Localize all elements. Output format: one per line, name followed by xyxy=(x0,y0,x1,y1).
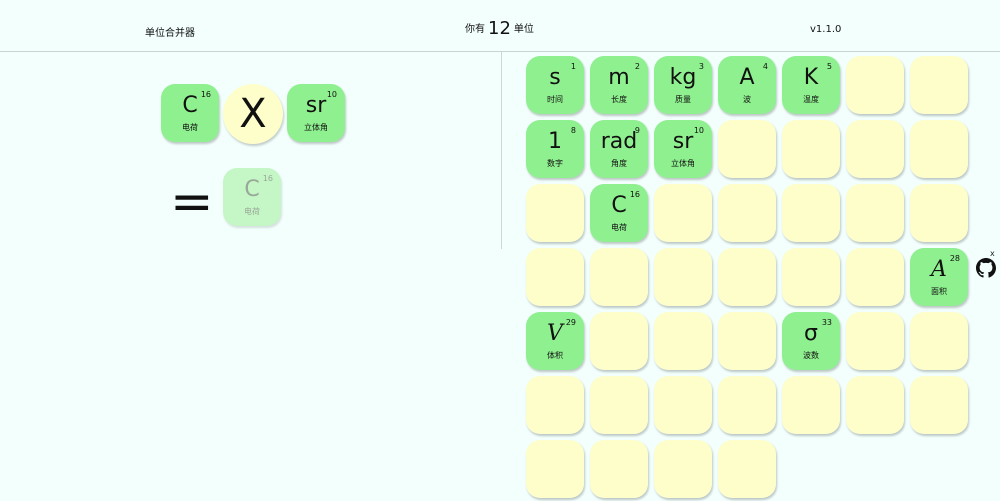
unit-tile[interactable]: rad 9 角度 xyxy=(590,120,648,178)
merge-result[interactable]: C 16 电荷 xyxy=(223,168,281,226)
unit-tile[interactable]: s 1 时间 xyxy=(526,56,584,114)
github-icon[interactable] xyxy=(976,258,996,278)
empty-slot[interactable] xyxy=(718,440,776,498)
empty-slot[interactable] xyxy=(590,440,648,498)
empty-slot[interactable] xyxy=(654,248,712,306)
empty-slot[interactable] xyxy=(718,376,776,434)
empty-slot[interactable] xyxy=(718,312,776,370)
unit-index: 9 xyxy=(634,126,640,135)
empty-slot[interactable] xyxy=(782,248,840,306)
unit-label: 电荷 xyxy=(244,207,260,216)
unit-label: 立体角 xyxy=(304,123,328,132)
unit-count-number: 12 xyxy=(488,18,511,39)
merge-slot-left[interactable]: C 16 电荷 xyxy=(161,84,219,142)
unit-label: 长度 xyxy=(611,95,627,104)
empty-slot[interactable] xyxy=(782,376,840,434)
unit-index: 5 xyxy=(826,62,832,71)
empty-slot[interactable] xyxy=(910,312,968,370)
unit-label: 角度 xyxy=(611,159,627,168)
empty-slot[interactable] xyxy=(654,312,712,370)
unit-index: 10 xyxy=(326,90,337,99)
merge-operator-button[interactable]: X xyxy=(223,84,283,144)
unit-index: 16 xyxy=(200,90,211,99)
unit-index: 2 xyxy=(634,62,640,71)
empty-slot[interactable] xyxy=(718,120,776,178)
unit-tile[interactable]: σ 33 波数 xyxy=(782,312,840,370)
unit-index: 28 xyxy=(949,254,960,263)
unit-tile[interactable]: V 29 体积 xyxy=(526,312,584,370)
unit-index: 1 xyxy=(570,62,576,71)
empty-slot[interactable] xyxy=(846,248,904,306)
equals-sign: = xyxy=(170,172,214,232)
close-icon[interactable]: x xyxy=(990,249,995,258)
app-title: 单位合并器 xyxy=(145,28,195,39)
empty-slot[interactable] xyxy=(526,248,584,306)
merge-slot-right[interactable]: sr 10 立体角 xyxy=(287,84,345,142)
unit-tile[interactable]: 1 8 数字 xyxy=(526,120,584,178)
empty-slot[interactable] xyxy=(590,312,648,370)
unit-index: 10 xyxy=(693,126,704,135)
unit-index: 3 xyxy=(698,62,704,71)
empty-slot[interactable] xyxy=(590,376,648,434)
unit-label: 质量 xyxy=(675,95,691,104)
unit-index: 29 xyxy=(565,318,576,327)
empty-slot[interactable] xyxy=(846,376,904,434)
unit-index: 16 xyxy=(262,174,273,183)
empty-slot[interactable] xyxy=(910,120,968,178)
unit-count-suffix: 单位 xyxy=(513,24,534,35)
empty-slot[interactable] xyxy=(526,184,584,242)
empty-slot[interactable] xyxy=(846,184,904,242)
unit-count: 你有 12 单位 xyxy=(465,18,534,39)
empty-slot[interactable] xyxy=(526,440,584,498)
unit-tile[interactable]: C 16 电荷 xyxy=(590,184,648,242)
version-label: v1.1.0 xyxy=(810,24,842,35)
empty-slot[interactable] xyxy=(718,184,776,242)
unit-label: 时间 xyxy=(547,95,563,104)
empty-slot[interactable] xyxy=(846,120,904,178)
empty-slot[interactable] xyxy=(654,184,712,242)
unit-index: 33 xyxy=(821,318,832,327)
empty-slot[interactable] xyxy=(654,376,712,434)
header: 单位合并器 你有 12 单位 v1.1.0 xyxy=(0,0,1000,52)
unit-label: 立体角 xyxy=(671,159,695,168)
empty-slot[interactable] xyxy=(718,248,776,306)
unit-label: 波数 xyxy=(803,351,819,360)
empty-slot[interactable] xyxy=(910,56,968,114)
unit-tile[interactable]: A4波 xyxy=(718,56,776,114)
unit-label: 电荷 xyxy=(611,223,627,232)
unit-label: 电荷 xyxy=(182,123,198,132)
unit-tile[interactable]: A 28 面积 xyxy=(910,248,968,306)
unit-label: 波 xyxy=(743,95,751,104)
unit-tile[interactable]: sr 10 立体角 xyxy=(654,120,712,178)
unit-tile[interactable]: m 2 长度 xyxy=(590,56,648,114)
empty-slot[interactable] xyxy=(654,440,712,498)
unit-label: 数字 xyxy=(547,159,563,168)
empty-slot[interactable] xyxy=(526,376,584,434)
empty-slot[interactable] xyxy=(910,376,968,434)
unit-label: 体积 xyxy=(547,351,563,360)
unit-label: 面积 xyxy=(931,287,947,296)
unit-tile[interactable]: kg 3 质量 xyxy=(654,56,712,114)
empty-slot[interactable] xyxy=(782,184,840,242)
empty-slot[interactable] xyxy=(910,184,968,242)
empty-slot[interactable] xyxy=(846,56,904,114)
unit-label: 温度 xyxy=(803,95,819,104)
empty-slot[interactable] xyxy=(782,120,840,178)
unit-index: 16 xyxy=(629,190,640,199)
unit-tile[interactable]: K 5 温度 xyxy=(782,56,840,114)
unit-index: 8 xyxy=(570,126,576,135)
empty-slot[interactable] xyxy=(590,248,648,306)
panel-divider xyxy=(501,52,502,249)
unit-index: 4 xyxy=(762,62,768,71)
unit-count-prefix: 你有 xyxy=(465,24,485,35)
empty-slot[interactable] xyxy=(846,312,904,370)
